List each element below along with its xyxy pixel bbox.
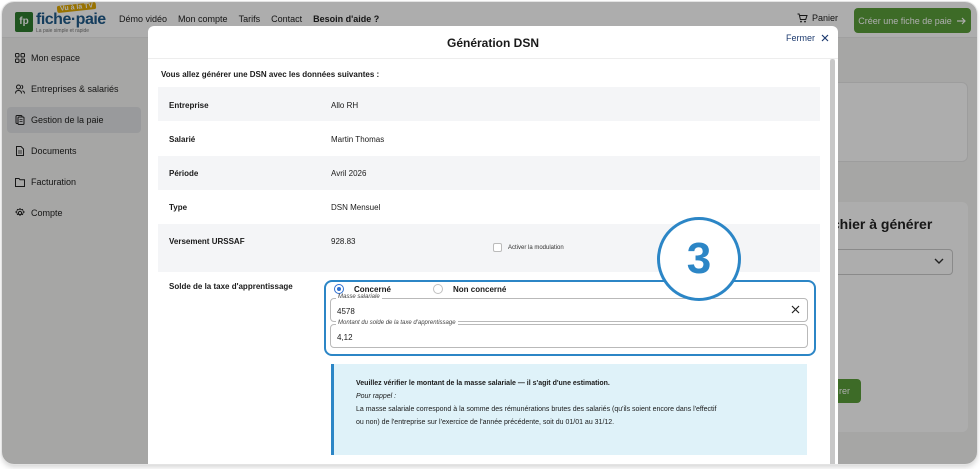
summary-row-salarie: Salarié Martin Thomas [158,122,820,156]
row-value: Allo RH [331,101,359,110]
close-button[interactable]: Fermer [786,33,829,43]
masse-salariale-info-box: Veuillez vérifier le montant de la masse… [331,364,807,455]
summary-row-type: Type DSN Mensuel [158,190,820,224]
scrollbar-thumb[interactable] [830,59,835,464]
row-value: Avril 2026 [331,169,367,178]
row-label: Période [169,169,199,178]
summary-row-entreprise: Entreprise Allo RH [158,87,820,121]
modal-title: Génération DSN [446,36,539,50]
info-title: Veuillez vérifier le montant de la masse… [356,380,610,387]
modulation-checkbox[interactable]: Activer la modulation [493,243,564,252]
row-label: Type [169,203,188,212]
close-icon [821,34,829,42]
app-window: fp fiche·paie Vu à la TV La paie simple … [2,2,977,464]
tutorial-step-badge: 3 [657,217,741,301]
info-line-1: La masse salariale correspond à la somme… [356,406,717,413]
info-line-2: ou non) de l'entreprise sur l'exercice d… [356,419,615,426]
checkbox-box[interactable] [493,243,502,252]
info-subtitle: Pour rappel : [356,393,397,400]
modal-divider [148,58,838,59]
row-value: 928.83 [331,237,356,246]
modulation-label: Activer la modulation [508,244,564,251]
row-label: Versement URSSAF [169,237,245,246]
tutorial-highlight-box [324,280,816,356]
modal-intro: Vous allez générer une DSN avec les donn… [161,70,380,79]
row-value: DSN Mensuel [331,203,381,212]
row-label: Entreprise [169,101,209,110]
taxe-label: Solde de la taxe d'apprentissage [169,282,293,291]
close-label: Fermer [786,33,815,43]
modal-scrollbar[interactable] [830,59,835,464]
row-label: Salarié [169,135,196,144]
summary-row-periode: Période Avril 2026 [158,156,820,190]
row-value: Martin Thomas [331,135,385,144]
